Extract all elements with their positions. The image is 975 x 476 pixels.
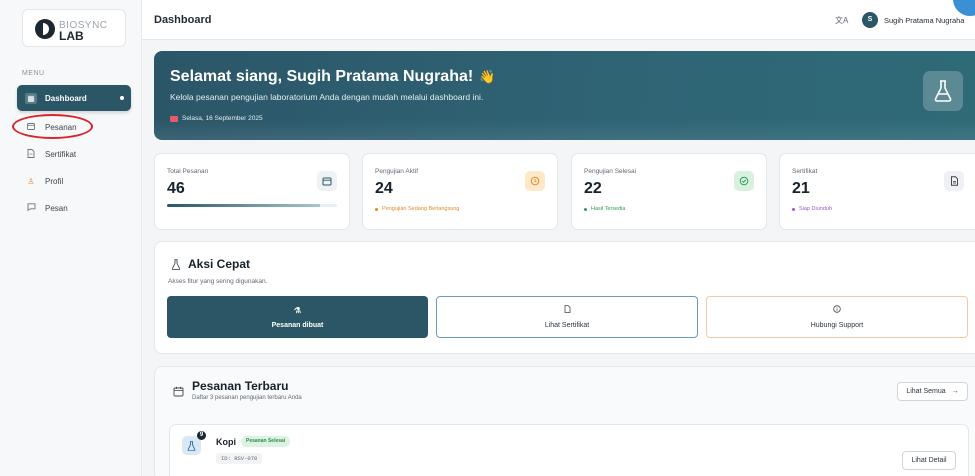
date-text: Selasa, 16 September 2025 bbox=[182, 115, 263, 122]
info-icon bbox=[833, 305, 841, 315]
avatar[interactable]: S bbox=[862, 12, 878, 28]
stat-note-text: Pengujian Sedang Berlangsung bbox=[382, 206, 460, 212]
stat-note: Pengujian Sedang Berlangsung bbox=[375, 206, 459, 212]
document-icon bbox=[944, 171, 964, 191]
hero-greeting: Selamat siang, Sugih Pratama Nugraha! 👋 bbox=[170, 68, 495, 86]
highlight-ring bbox=[12, 114, 93, 139]
button-label: Lihat Detail bbox=[911, 457, 947, 464]
sidebar: BIOSYNC LAB MENU ▦ Dashboard Pesanan Ser… bbox=[0, 0, 142, 476]
sidebar-item-label: Pesan bbox=[45, 203, 68, 213]
check-circle-icon bbox=[734, 171, 754, 191]
brand-line-2: LAB bbox=[59, 29, 84, 43]
grid-icon: ▦ bbox=[25, 92, 37, 104]
topbar: Dashboard 文A S Sugih Pratama Nugraha bbox=[142, 0, 975, 40]
stat-note-text: Siap Diunduh bbox=[799, 206, 833, 212]
brand-logo[interactable]: BIOSYNC LAB bbox=[22, 9, 126, 47]
button-label: Lihat Sertifikat bbox=[544, 322, 590, 329]
document-icon bbox=[25, 148, 37, 160]
flask-icon bbox=[169, 257, 183, 271]
wave-icon: 👋 bbox=[479, 69, 496, 84]
sidebar-item-dashboard[interactable]: ▦ Dashboard bbox=[17, 85, 131, 111]
quick-actions-panel: Aksi Cepat Akses fitur yang sering digun… bbox=[154, 241, 975, 354]
stat-note-text: Hasil Tersedia bbox=[591, 206, 626, 212]
active-indicator bbox=[120, 96, 124, 100]
hero-date: Selasa, 16 September 2025 bbox=[170, 115, 263, 122]
button-label: Pesanan dibuat bbox=[271, 321, 324, 329]
stat-value: 24 bbox=[375, 180, 393, 197]
calendar-icon bbox=[171, 384, 185, 398]
status-badge: Pesanan Selesai bbox=[241, 436, 291, 447]
recent-orders-panel: Pesanan Terbaru Daftar 3 pesanan penguji… bbox=[154, 366, 975, 476]
sidebar-item-sertifikat[interactable]: Sertifikat bbox=[17, 141, 131, 167]
order-id: ID: RSV-070 bbox=[216, 453, 263, 464]
order-name: Kopi bbox=[216, 437, 236, 447]
logo-mark-icon bbox=[35, 19, 55, 39]
sidebar-item-label: Sertifikat bbox=[45, 149, 77, 159]
stat-value: 46 bbox=[167, 180, 185, 197]
stat-card-pengujian-selesai: Pengujian Selesai 22 Hasil Tersedia bbox=[571, 153, 767, 230]
sidebar-item-label: Profil bbox=[45, 176, 64, 186]
menu-label: MENU bbox=[22, 70, 45, 77]
stat-card-pengujian-aktif: Pengujian Aktif 24 Pengujian Sedang Berl… bbox=[362, 153, 558, 230]
translate-icon[interactable]: 文A bbox=[835, 15, 848, 26]
stat-label: Pengujian Aktif bbox=[375, 168, 419, 175]
stat-label: Total Pesanan bbox=[167, 168, 209, 175]
user-icon: ♙ bbox=[27, 176, 35, 186]
calendar-icon bbox=[317, 171, 337, 191]
view-certificate-button[interactable]: Lihat Sertifikat bbox=[436, 296, 698, 338]
user-name[interactable]: Sugih Pratama Nugraha bbox=[884, 16, 964, 25]
greeting-text: Selamat siang, Sugih Pratama Nugraha! bbox=[170, 68, 474, 85]
button-label: Lihat Semua bbox=[906, 388, 946, 395]
stat-value: 22 bbox=[584, 180, 602, 197]
sidebar-item-pesan[interactable]: Pesan bbox=[17, 195, 131, 221]
view-all-button[interactable]: Lihat Semua → bbox=[897, 382, 968, 401]
order-card[interactable]: 9 Kopi Pesanan Selesai ID: RSV-070 Lihat… bbox=[169, 424, 969, 476]
sidebar-item-profil[interactable]: ♙ Profil bbox=[17, 168, 131, 194]
section-title: Pesanan Terbaru bbox=[192, 379, 289, 393]
contact-support-button[interactable]: Hubungi Support bbox=[706, 296, 968, 338]
stat-label: Pengujian Selesai bbox=[584, 168, 637, 175]
stat-note: Hasil Tersedia bbox=[584, 206, 625, 212]
page-title: Dashboard bbox=[154, 14, 212, 26]
view-detail-button[interactable]: Lihat Detail bbox=[902, 451, 956, 470]
order-count-badge: 9 bbox=[197, 431, 206, 440]
section-subtitle: Daftar 3 pesanan pengujian terbaru Anda bbox=[192, 395, 302, 401]
stat-card-sertifikat: Sertifikat 21 Siap Diunduh bbox=[779, 153, 975, 230]
clock-icon bbox=[525, 171, 545, 191]
section-subtitle: Akses fitur yang sering digunakan. bbox=[168, 278, 268, 285]
section-title: Aksi Cepat bbox=[188, 257, 251, 271]
message-icon bbox=[25, 203, 37, 213]
calendar-icon bbox=[170, 115, 178, 122]
welcome-banner: Selamat siang, Sugih Pratama Nugraha! 👋 K… bbox=[154, 51, 975, 140]
corner-decoration bbox=[953, 0, 975, 16]
flask-icon: ⚗ bbox=[293, 305, 302, 315]
arrow-right-icon: → bbox=[951, 388, 959, 395]
create-order-button[interactable]: ⚗ Pesanan dibuat bbox=[167, 296, 428, 338]
button-label: Hubungi Support bbox=[810, 322, 864, 329]
document-icon bbox=[564, 305, 571, 315]
stat-note: Siap Diunduh bbox=[792, 206, 832, 212]
stat-label: Sertifikat bbox=[792, 168, 818, 175]
hero-subtitle: Kelola pesanan pengujian laboratorium An… bbox=[170, 92, 484, 102]
stat-progress-bar bbox=[167, 204, 337, 207]
stat-card-total-pesanan: Total Pesanan 46 bbox=[154, 153, 350, 230]
sidebar-item-label: Dashboard bbox=[45, 93, 87, 103]
flask-icon bbox=[923, 71, 963, 111]
stat-value: 21 bbox=[792, 180, 810, 197]
